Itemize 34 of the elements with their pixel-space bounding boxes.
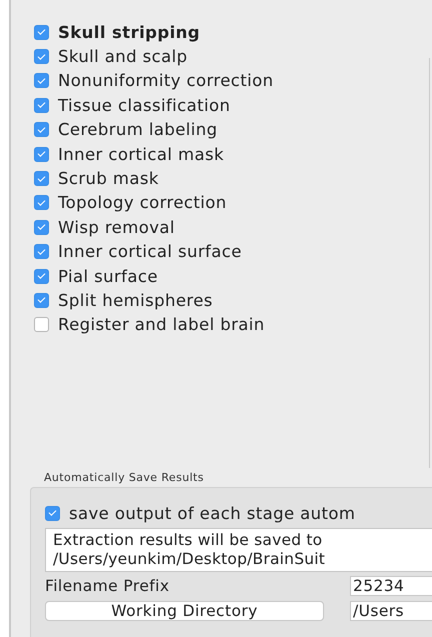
checkbox[interactable] bbox=[34, 268, 49, 284]
working-directory-button[interactable]: Working Directory bbox=[45, 601, 324, 621]
stage-label: Wisp removal bbox=[58, 218, 175, 237]
stage-label: Pial surface bbox=[58, 266, 158, 286]
checkbox[interactable] bbox=[34, 195, 49, 210]
checkbox-label: save output of each stage autom bbox=[69, 504, 356, 522]
checkbox[interactable] bbox=[34, 146, 49, 162]
stage-label: Scrub mask bbox=[58, 169, 159, 188]
stage-label: Tissue classification bbox=[58, 96, 230, 115]
stage-label: Cerebrum labeling bbox=[58, 120, 218, 140]
stage-label: Register and label brain bbox=[58, 315, 265, 334]
stage-label: Inner cortical mask bbox=[58, 144, 224, 164]
directory-field[interactable]: /Users bbox=[350, 601, 432, 621]
checkbox[interactable] bbox=[34, 317, 49, 332]
checkbox[interactable] bbox=[34, 292, 49, 308]
stage-label: Inner cortical surface bbox=[58, 242, 242, 262]
checkbox[interactable] bbox=[34, 122, 49, 138]
stage-label: Skull and scalp bbox=[58, 47, 188, 66]
checkbox[interactable] bbox=[45, 506, 60, 520]
prefix-field[interactable]: 25234 bbox=[350, 576, 432, 596]
checkbox[interactable] bbox=[34, 24, 49, 40]
checkbox[interactable] bbox=[34, 73, 49, 88]
stage-label: Topology correction bbox=[58, 193, 227, 212]
checkbox[interactable] bbox=[34, 220, 49, 235]
group-title: Automatically Save Results bbox=[44, 471, 205, 484]
checkbox[interactable] bbox=[34, 244, 49, 260]
checkbox[interactable] bbox=[34, 49, 49, 64]
checkbox[interactable] bbox=[34, 171, 49, 186]
field-label: Filename Prefix bbox=[45, 577, 170, 595]
message-box: Extraction results will be saved to /Users/yeunkim/Desktop/BrainSuit bbox=[45, 528, 432, 572]
checkbox[interactable] bbox=[34, 98, 49, 113]
stage-label: Nonuniformity correction bbox=[58, 71, 274, 90]
stage-label: Split hemispheres bbox=[58, 290, 213, 310]
stage-label: Skull stripping bbox=[58, 22, 200, 42]
